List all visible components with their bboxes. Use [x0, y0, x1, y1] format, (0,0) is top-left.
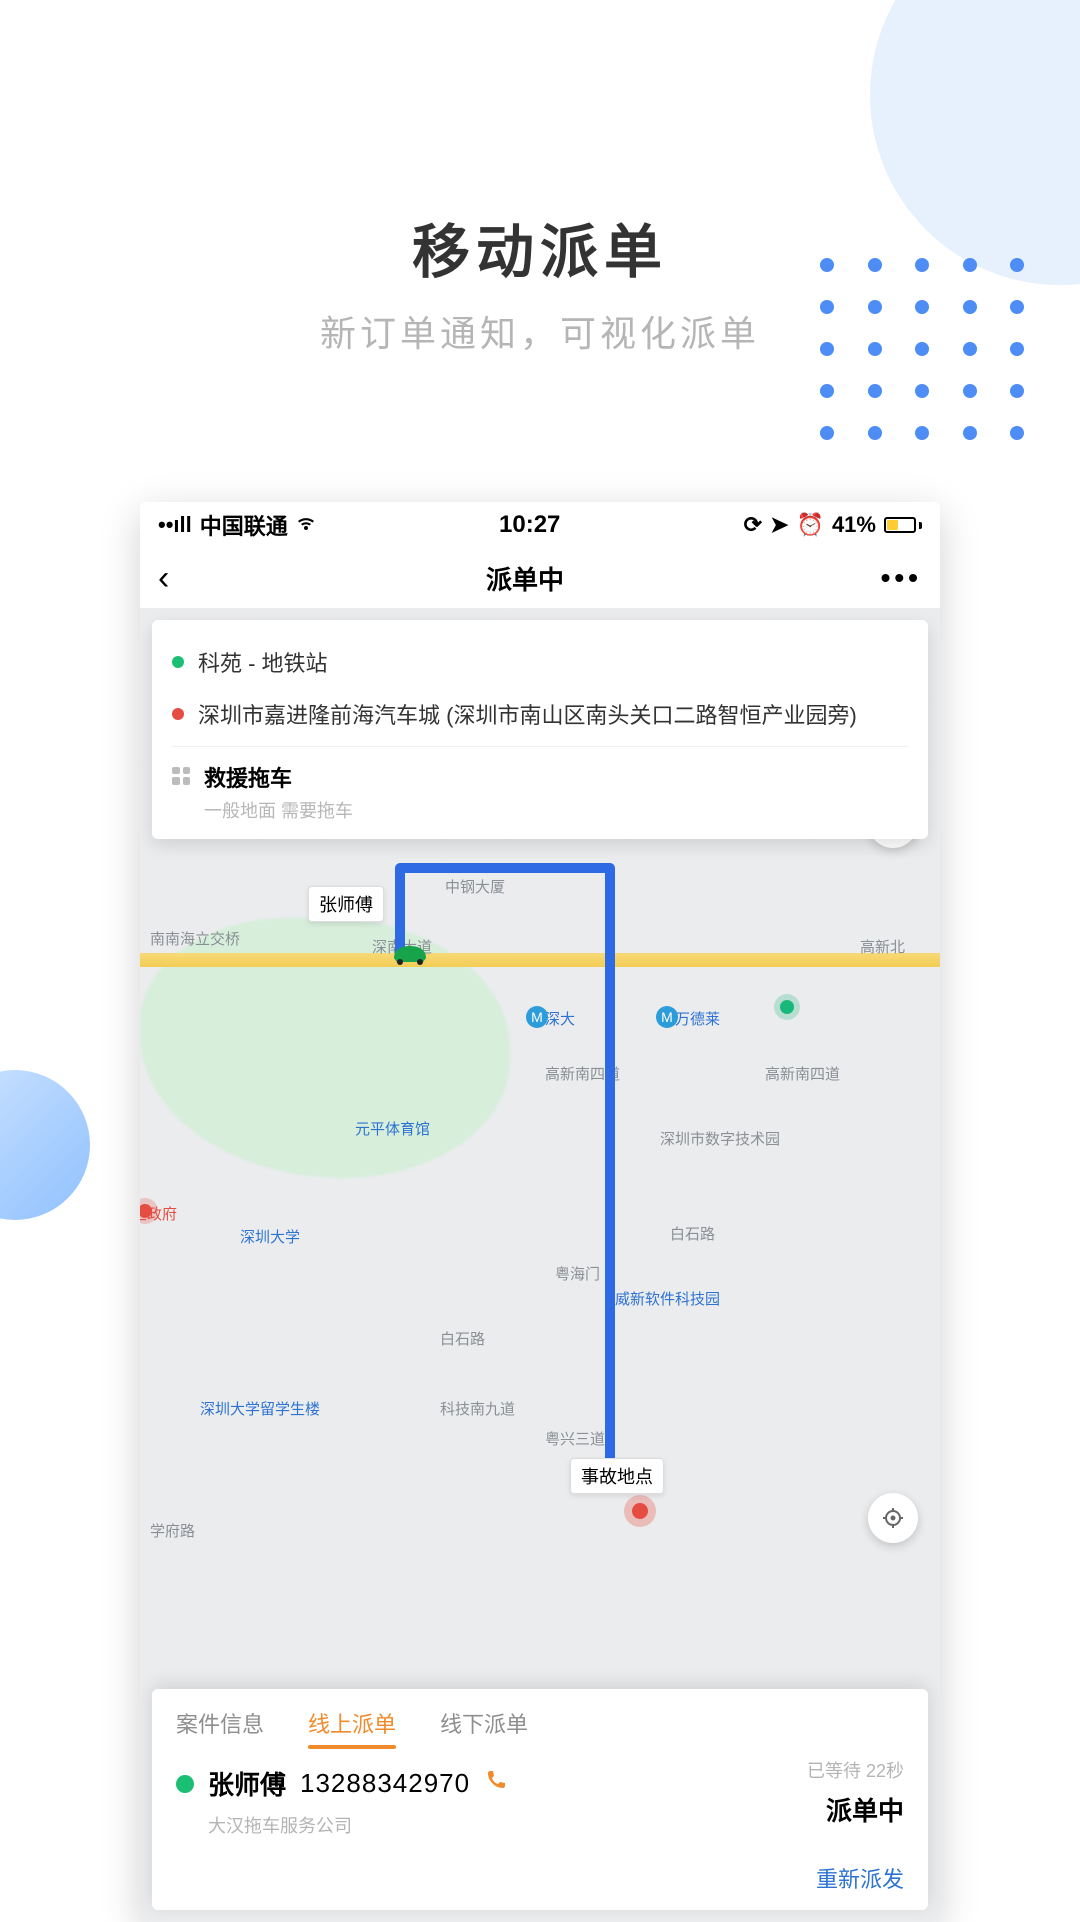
carrier-label: 中国联通 — [200, 509, 288, 541]
dispatch-state: 派单中 — [807, 1791, 904, 1828]
service-subtitle: 一般地面 需要拖车 — [204, 797, 353, 823]
origin-row: 科苑 - 地铁站 — [172, 638, 908, 690]
hero-title: 移动派单 — [0, 205, 1080, 289]
accident-marker-icon — [632, 1503, 648, 1519]
trip-info-card: 科苑 - 地铁站 深圳市嘉进隆前海汽车城 (深圳市南山区南头关口二路智恒产业园旁… — [152, 620, 928, 839]
car-icon — [388, 938, 432, 971]
nav-title: 派单中 — [486, 560, 564, 597]
destination-text: 深圳市嘉进隆前海汽车城 (深圳市南山区南头关口二路智恒产业园旁) — [198, 700, 857, 732]
decor-circle-left — [0, 1070, 90, 1220]
retry-dispatch-link[interactable]: 重新派发 — [152, 1846, 928, 1898]
clock-label: 10:27 — [499, 511, 560, 539]
nav-bar: ‹ 派单中 ••• — [140, 548, 940, 608]
location-icon: ➤ — [770, 512, 788, 538]
map-view[interactable]: 科研路 科技中二路 科技北二路 科发路 南南海立交桥 深南大道 深大 万德莱 高… — [140, 608, 940, 1922]
origin-text: 科苑 - 地铁站 — [198, 648, 328, 680]
origin-dot-icon — [172, 656, 184, 668]
call-button[interactable] — [484, 1768, 508, 1799]
driver-row: 张师傅 13288342970 — [176, 1765, 904, 1802]
signal-icon: ••ıll — [158, 512, 192, 538]
tab-case-info[interactable]: 案件信息 — [176, 1707, 264, 1739]
destination-dot-icon — [172, 708, 184, 720]
driver-company: 大汉拖车服务公司 — [208, 1812, 904, 1838]
grid-icon — [172, 767, 190, 785]
back-button[interactable]: ‹ — [158, 559, 169, 598]
destination-row: 深圳市嘉进隆前海汽车城 (深圳市南山区南头关口二路智恒产业园旁) — [172, 690, 908, 742]
map-locate-button[interactable] — [868, 1493, 918, 1543]
service-row: 救援拖车 一般地面 需要拖车 — [172, 746, 908, 823]
driver-status-icon — [176, 1775, 194, 1793]
accident-marker-label: 事故地点 — [570, 1458, 664, 1494]
battery-pct: 41% — [832, 512, 876, 538]
more-button[interactable]: ••• — [881, 562, 922, 594]
phone-frame: ••ıll 中国联通 10:27 ⟳ ➤ ⏰ 41% ‹ 派单中 ••• 科研路… — [140, 502, 940, 1922]
phone-icon — [484, 1768, 508, 1792]
alarm-icon: ⏰ — [797, 512, 824, 538]
tab-online-dispatch[interactable]: 线上派单 — [308, 1707, 396, 1739]
status-bar: ••ıll 中国联通 10:27 ⟳ ➤ ⏰ 41% — [140, 502, 940, 548]
wait-time-label: 已等待 22秒 — [807, 1757, 904, 1783]
service-title: 救援拖车 — [204, 761, 353, 793]
driver-name: 张师傅 — [208, 1765, 286, 1802]
driver-phone: 13288342970 — [300, 1768, 470, 1799]
tab-offline-dispatch[interactable]: 线下派单 — [440, 1707, 528, 1739]
wifi-icon — [296, 512, 316, 538]
dispatch-panel: 案件信息 线上派单 线下派单 张师傅 13288342970 大汉拖车服务公司 … — [152, 1689, 928, 1910]
battery-icon — [884, 517, 922, 533]
dispatch-tabs: 案件信息 线上派单 线下派单 — [152, 1689, 928, 1739]
rotation-lock-icon: ⟳ — [744, 512, 762, 538]
hero-subtitle: 新订单通知，可视化派单 — [0, 305, 1080, 357]
driver-marker-label: 张师傅 — [308, 886, 384, 922]
locate-icon — [881, 1506, 905, 1530]
